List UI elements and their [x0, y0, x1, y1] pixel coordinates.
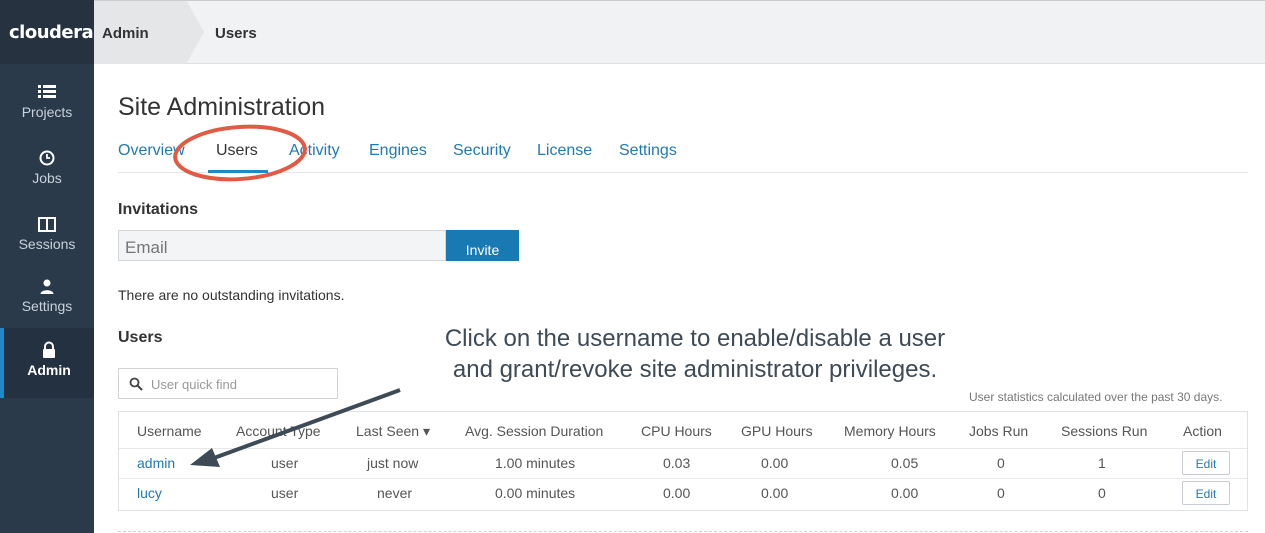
avg-session-cell: 1.00 minutes: [495, 455, 576, 471]
sidebar-item-sessions[interactable]: Sessions: [0, 214, 94, 276]
sidebar-item-jobs[interactable]: Jobs: [0, 148, 94, 210]
memory-hours-cell: 0.05: [891, 455, 919, 471]
tab-overview[interactable]: Overview: [118, 142, 185, 160]
clock-icon: [39, 150, 55, 166]
sort-desc-icon: ▾: [422, 423, 430, 439]
sessions-run-cell: 1: [1098, 455, 1106, 471]
username-link[interactable]: admin: [137, 455, 175, 471]
edit-user-button[interactable]: Edit: [1182, 481, 1230, 505]
cpu-hours-cell: 0.00: [663, 485, 691, 501]
top-border: [94, 0, 1265, 1]
user-icon: [40, 279, 54, 294]
users-heading: Users: [118, 329, 163, 346]
sidebar-item-admin[interactable]: Admin: [0, 328, 94, 398]
cloudera-logo[interactable]: cloudera: [0, 0, 94, 64]
invite-button[interactable]: Invite: [446, 230, 519, 261]
lock-icon: [43, 341, 55, 358]
tab-engines[interactable]: Engines: [369, 142, 427, 160]
sessions-run-cell: 0: [1098, 485, 1106, 501]
sidebar-item-label: Settings: [21, 298, 73, 314]
user-search-input[interactable]: User quick find: [118, 368, 338, 399]
search-placeholder: User quick find: [151, 377, 237, 392]
column-header-last-seen[interactable]: Last Seen ▾: [356, 423, 430, 440]
user-stats-note: User statistics calculated over the past…: [969, 390, 1223, 404]
gpu-hours-cell: 0.00: [761, 485, 789, 501]
cpu-hours-cell: 0.03: [663, 455, 691, 471]
row-divider: [119, 478, 1247, 479]
breadcrumb-item-admin[interactable]: Admin: [94, 0, 186, 64]
column-header-action: Action: [1183, 423, 1222, 439]
columns-icon: [38, 217, 56, 232]
list-icon: [38, 85, 56, 98]
page-title: Site Administration: [118, 93, 326, 121]
sidebar-item-label: Projects: [21, 104, 73, 120]
column-header-sessions-run[interactable]: Sessions Run: [1061, 423, 1147, 439]
no-invitations-message: There are no outstanding invitations.: [118, 287, 345, 303]
annotation-line: and grant/revoke site administrator priv…: [452, 356, 938, 383]
annotation-line: Click on the username to enable/disable …: [444, 325, 946, 352]
sidebar-item-label: Admin: [27, 362, 71, 378]
edit-user-button[interactable]: Edit: [1182, 451, 1230, 475]
gpu-hours-cell: 0.00: [761, 455, 789, 471]
column-header-username[interactable]: Username: [137, 423, 202, 439]
users-table: Username Account Type Last Seen ▾ Avg. S…: [118, 411, 1248, 511]
breadcrumb: Admin Users: [94, 0, 1265, 64]
column-header-jobs-run[interactable]: Jobs Run: [969, 423, 1028, 439]
username-link[interactable]: lucy: [137, 485, 162, 501]
annotation-callout: Click on the username to enable/disable …: [385, 323, 1005, 385]
invitations-heading: Invitations: [118, 201, 199, 218]
account-type-cell: user: [271, 455, 299, 471]
header-divider: [119, 448, 1247, 449]
avg-session-cell: 0.00 minutes: [495, 485, 576, 501]
column-header-label: Last Seen: [356, 423, 420, 439]
account-type-cell: user: [271, 485, 299, 501]
jobs-run-cell: 0: [997, 485, 1005, 501]
tab-settings[interactable]: Settings: [619, 142, 677, 160]
sidebar: cloudera Projects Jobs Sessions Settings…: [0, 0, 94, 533]
column-header-account-type[interactable]: Account Type: [236, 423, 321, 439]
tab-activity[interactable]: Activity: [289, 142, 340, 160]
last-seen-cell: just now: [367, 455, 419, 471]
breadcrumb-separator: [186, 0, 204, 64]
tab-security[interactable]: Security: [453, 142, 511, 160]
active-tab-indicator: [208, 170, 268, 173]
memory-hours-cell: 0.00: [891, 485, 919, 501]
jobs-run-cell: 0: [997, 455, 1005, 471]
column-header-memory-hours[interactable]: Memory Hours: [844, 423, 936, 439]
tab-license[interactable]: License: [537, 142, 592, 160]
breadcrumb-item-users: Users: [215, 25, 257, 42]
sidebar-item-label: Sessions: [18, 236, 76, 252]
column-header-avg-session-duration[interactable]: Avg. Session Duration: [465, 423, 603, 439]
sidebar-item-projects[interactable]: Projects: [0, 82, 94, 144]
tab-users[interactable]: Users: [216, 142, 258, 160]
content-bottom-border: [118, 531, 1248, 532]
column-header-gpu-hours[interactable]: GPU Hours: [741, 423, 813, 439]
app-window: cloudera Projects Jobs Sessions Settings…: [0, 0, 1265, 533]
email-field[interactable]: [118, 230, 446, 261]
sidebar-item-label: Jobs: [32, 170, 62, 186]
column-header-cpu-hours[interactable]: CPU Hours: [641, 423, 712, 439]
search-icon: [129, 377, 143, 391]
last-seen-cell: never: [377, 485, 413, 501]
tab-bar: Overview Users Activity Engines Security…: [118, 140, 1248, 173]
